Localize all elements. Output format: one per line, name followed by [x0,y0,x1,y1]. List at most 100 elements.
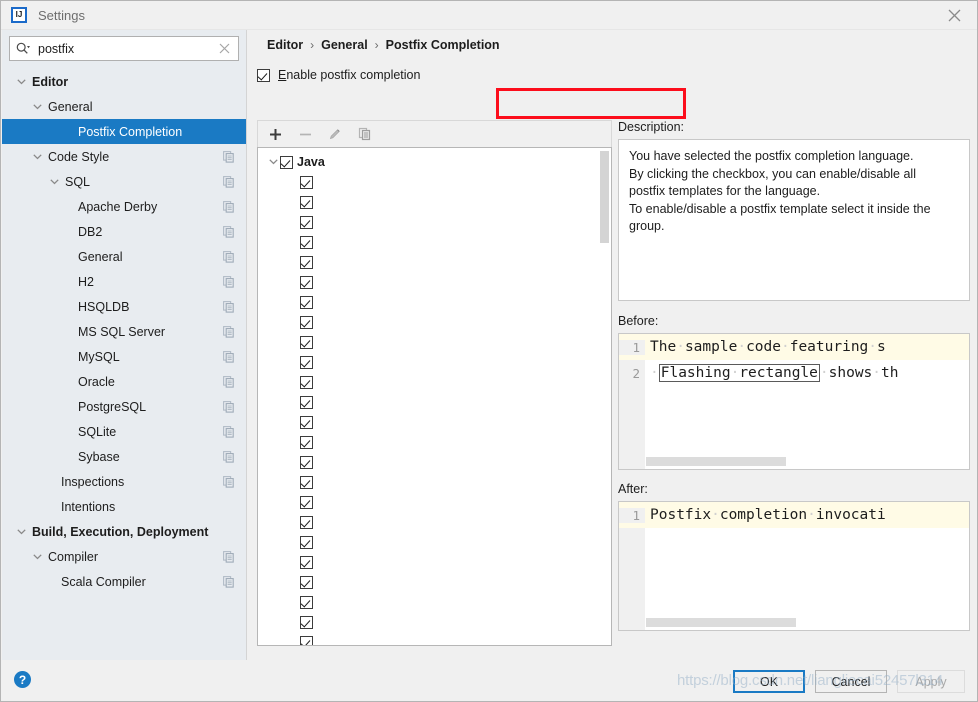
template-checkbox[interactable] [300,435,313,449]
sidebar-item-build-execution-deployment[interactable]: Build, Execution, Deployment [2,519,246,544]
enable-postfix-completion-checkbox[interactable] [257,68,270,82]
chevron-down-icon[interactable] [30,550,44,564]
template-checkbox[interactable] [300,395,313,409]
template-row[interactable] [258,232,611,252]
template-checkbox[interactable] [300,595,313,609]
before-hscrollbar[interactable] [646,457,786,466]
template-checkbox[interactable] [300,275,313,289]
copy-settings-icon[interactable] [223,250,234,263]
template-checkbox[interactable] [300,535,313,549]
template-row[interactable] [258,472,611,492]
template-row[interactable] [258,512,611,532]
template-row[interactable] [258,272,611,292]
templates-list-scrollbar[interactable] [599,149,610,645]
template-checkbox[interactable] [300,515,313,529]
sidebar-item-oracle[interactable]: Oracle [2,369,246,394]
template-row[interactable] [258,532,611,552]
copy-settings-icon[interactable] [223,425,234,438]
template-row[interactable] [258,412,611,432]
templates-list[interactable]: Java [257,147,612,646]
sidebar-item-intentions[interactable]: Intentions [2,494,246,519]
template-row[interactable] [258,172,611,192]
add-template-button[interactable] [262,122,288,146]
close-icon[interactable] [931,1,977,30]
template-row[interactable] [258,452,611,472]
template-row[interactable] [258,372,611,392]
copy-settings-icon[interactable] [223,225,234,238]
template-checkbox[interactable] [300,415,313,429]
sidebar-item-db2[interactable]: DB2 [2,219,246,244]
template-row[interactable] [258,592,611,612]
scrollbar-thumb[interactable] [600,151,609,243]
cancel-button[interactable]: Cancel [815,670,887,693]
sidebar-item-mysql[interactable]: MySQL [2,344,246,369]
copy-settings-icon[interactable] [223,300,234,313]
template-row[interactable] [258,552,611,572]
template-checkbox[interactable] [300,555,313,569]
copy-settings-icon[interactable] [223,375,234,388]
template-checkbox[interactable] [300,635,313,645]
duplicate-template-button[interactable] [352,122,378,146]
template-row[interactable] [258,312,611,332]
clear-search-icon[interactable] [214,39,234,59]
template-row[interactable] [258,632,611,645]
sidebar-item-postfix-completion[interactable]: Postfix Completion [2,119,246,144]
sidebar-item-sqlite[interactable]: SQLite [2,419,246,444]
search-input[interactable] [38,41,214,56]
copy-settings-icon[interactable] [223,350,234,363]
template-row[interactable] [258,292,611,312]
template-checkbox[interactable] [300,335,313,349]
copy-settings-icon[interactable] [223,475,234,488]
chevron-down-icon[interactable] [30,150,44,164]
template-checkbox[interactable] [300,255,313,269]
copy-settings-icon[interactable] [223,150,234,163]
template-checkbox[interactable] [300,235,313,249]
copy-settings-icon[interactable] [223,400,234,413]
template-checkbox[interactable] [300,315,313,329]
sidebar-item-editor[interactable]: Editor [2,69,246,94]
copy-settings-icon[interactable] [223,450,234,463]
help-icon[interactable]: ? [14,671,31,688]
template-checkbox[interactable] [300,195,313,209]
chevron-down-icon[interactable] [30,100,44,114]
template-row[interactable] [258,192,611,212]
template-row[interactable] [258,352,611,372]
template-row[interactable] [258,572,611,592]
sidebar-item-scala-compiler[interactable]: Scala Compiler [2,569,246,594]
template-row[interactable] [258,392,611,412]
template-group-checkbox[interactable] [280,155,293,169]
copy-settings-icon[interactable] [223,175,234,188]
after-hscrollbar[interactable] [646,618,796,627]
sidebar-item-code-style[interactable]: Code Style [2,144,246,169]
copy-settings-icon[interactable] [223,575,234,588]
template-row[interactable] [258,212,611,232]
sidebar-item-postgresql[interactable]: PostgreSQL [2,394,246,419]
template-checkbox[interactable] [300,615,313,629]
chevron-down-icon[interactable] [14,75,28,89]
sidebar-item-hsqldb[interactable]: HSQLDB [2,294,246,319]
breadcrumb-part-general[interactable]: General [321,38,368,52]
sidebar-item-compiler[interactable]: Compiler [2,544,246,569]
template-checkbox[interactable] [300,455,313,469]
apply-button[interactable]: Apply [897,670,965,693]
enable-postfix-completion-row[interactable]: Enable postfix completion [257,65,420,85]
template-checkbox[interactable] [300,475,313,489]
sidebar-item-general[interactable]: General [2,244,246,269]
template-row[interactable] [258,492,611,512]
edit-template-button[interactable] [322,122,348,146]
template-row[interactable] [258,432,611,452]
copy-settings-icon[interactable] [223,200,234,213]
template-group-row[interactable]: Java [258,152,611,172]
copy-settings-icon[interactable] [223,325,234,338]
template-row[interactable] [258,612,611,632]
template-checkbox[interactable] [300,575,313,589]
ok-button[interactable]: OK [733,670,805,693]
chevron-down-icon[interactable] [14,525,28,539]
chevron-down-icon[interactable] [47,175,61,189]
sidebar-item-sybase[interactable]: Sybase [2,444,246,469]
chevron-down-icon[interactable] [266,159,280,165]
breadcrumb-part-editor[interactable]: Editor [267,38,303,52]
sidebar-item-general[interactable]: General [2,94,246,119]
search-box[interactable] [9,36,239,61]
template-checkbox[interactable] [300,375,313,389]
